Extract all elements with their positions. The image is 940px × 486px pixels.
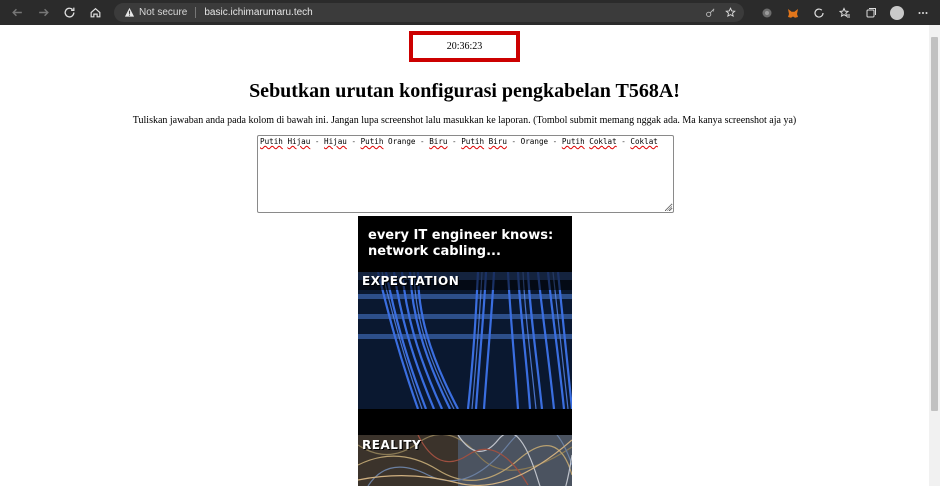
forward-button[interactable]	[32, 2, 54, 24]
page-viewport: 20:36:23 Sebutkan urutan konfigurasi pen…	[0, 25, 929, 486]
answer-word: Putih	[360, 137, 384, 146]
meme-image: every IT engineer knows: network cabling…	[358, 216, 572, 486]
answer-word: Biru	[488, 137, 507, 146]
reload-button[interactable]	[58, 2, 80, 24]
answer-word: Putih	[260, 137, 283, 146]
blue-cables-illustration	[358, 272, 572, 409]
page-title: Sebutkan urutan konfigurasi pengkabelan …	[249, 80, 680, 102]
countdown-timer: 20:36:23	[409, 31, 520, 62]
answer-separator: -	[506, 137, 521, 146]
more-icon	[918, 11, 928, 14]
metamask-icon	[788, 8, 798, 18]
resize-handle-icon[interactable]	[666, 205, 672, 211]
back-icon	[11, 8, 22, 17]
more-button[interactable]	[912, 3, 934, 22]
answer-separator: -	[310, 137, 325, 146]
refresh-extension-button[interactable]	[808, 3, 830, 22]
answer-word: Coklat	[630, 137, 658, 146]
collections-icon	[866, 7, 876, 17]
reality-label: REALITY	[362, 438, 422, 452]
favorites-icon	[839, 6, 850, 17]
answer-word: Hijau	[287, 137, 311, 146]
answer-word: Coklat	[589, 137, 617, 146]
answer-separator: -	[415, 137, 430, 146]
address-bar[interactable]: Not secure basic.ichimarumaru.tech	[114, 3, 744, 22]
home-button[interactable]	[84, 2, 106, 24]
answer-word: Biru	[429, 137, 448, 146]
favorites-button[interactable]	[834, 3, 856, 22]
answer-separator: -	[616, 137, 631, 146]
metamask-button[interactable]	[782, 3, 804, 22]
meme-caption-line1: every IT engineer knows:	[368, 228, 554, 243]
answer-word: Putih	[561, 137, 585, 146]
home-icon	[90, 7, 100, 18]
reload-icon	[64, 7, 74, 18]
answer-separator: -	[346, 137, 361, 146]
answer-separator: -	[548, 137, 562, 146]
timer-text: 20:36:23	[446, 41, 483, 52]
answer-word: Putih	[461, 137, 485, 146]
meme-caption-block: every IT engineer knows: network cabling…	[358, 216, 572, 272]
security-label: Not secure	[139, 7, 188, 18]
meme-separator-band	[358, 409, 572, 435]
profile-avatar	[890, 5, 904, 20]
meme-caption-line2: network cabling...	[368, 244, 501, 259]
warning-icon	[124, 7, 135, 17]
scrollbar-thumb[interactable]	[931, 37, 938, 411]
reality-photo: REALITY	[358, 435, 572, 486]
expectation-label: EXPECTATION	[362, 274, 460, 288]
back-button[interactable]	[6, 2, 28, 24]
answer-word: Orange	[520, 137, 549, 146]
answer-textarea[interactable]: Putih Hijau - Hijau - Putih Orange - Bir…	[257, 135, 674, 213]
expectation-photo: EXPECTATION	[358, 272, 572, 409]
browser-toolbar: Not secure basic.ichimarumaru.tech	[0, 0, 940, 25]
url-text[interactable]: basic.ichimarumaru.tech	[204, 7, 312, 18]
answer-word: Orange	[388, 137, 416, 146]
toolbar-actions	[756, 3, 934, 22]
answer-word: Hijau	[324, 137, 347, 146]
address-separator	[195, 7, 197, 18]
forward-icon	[38, 8, 49, 17]
extension-button[interactable]	[756, 3, 778, 22]
favorite-add-icon[interactable]	[725, 7, 736, 18]
profile-button[interactable]	[886, 3, 908, 22]
instructions-text: Tuliskan jawaban anda pada kolom di bawa…	[132, 115, 797, 126]
key-icon[interactable]	[705, 7, 716, 18]
collections-button[interactable]	[860, 3, 882, 22]
extension-icon	[762, 8, 772, 17]
puzzle-icon	[814, 7, 824, 18]
answer-separator: -	[447, 137, 462, 146]
page-scrollbar[interactable]	[929, 25, 940, 486]
